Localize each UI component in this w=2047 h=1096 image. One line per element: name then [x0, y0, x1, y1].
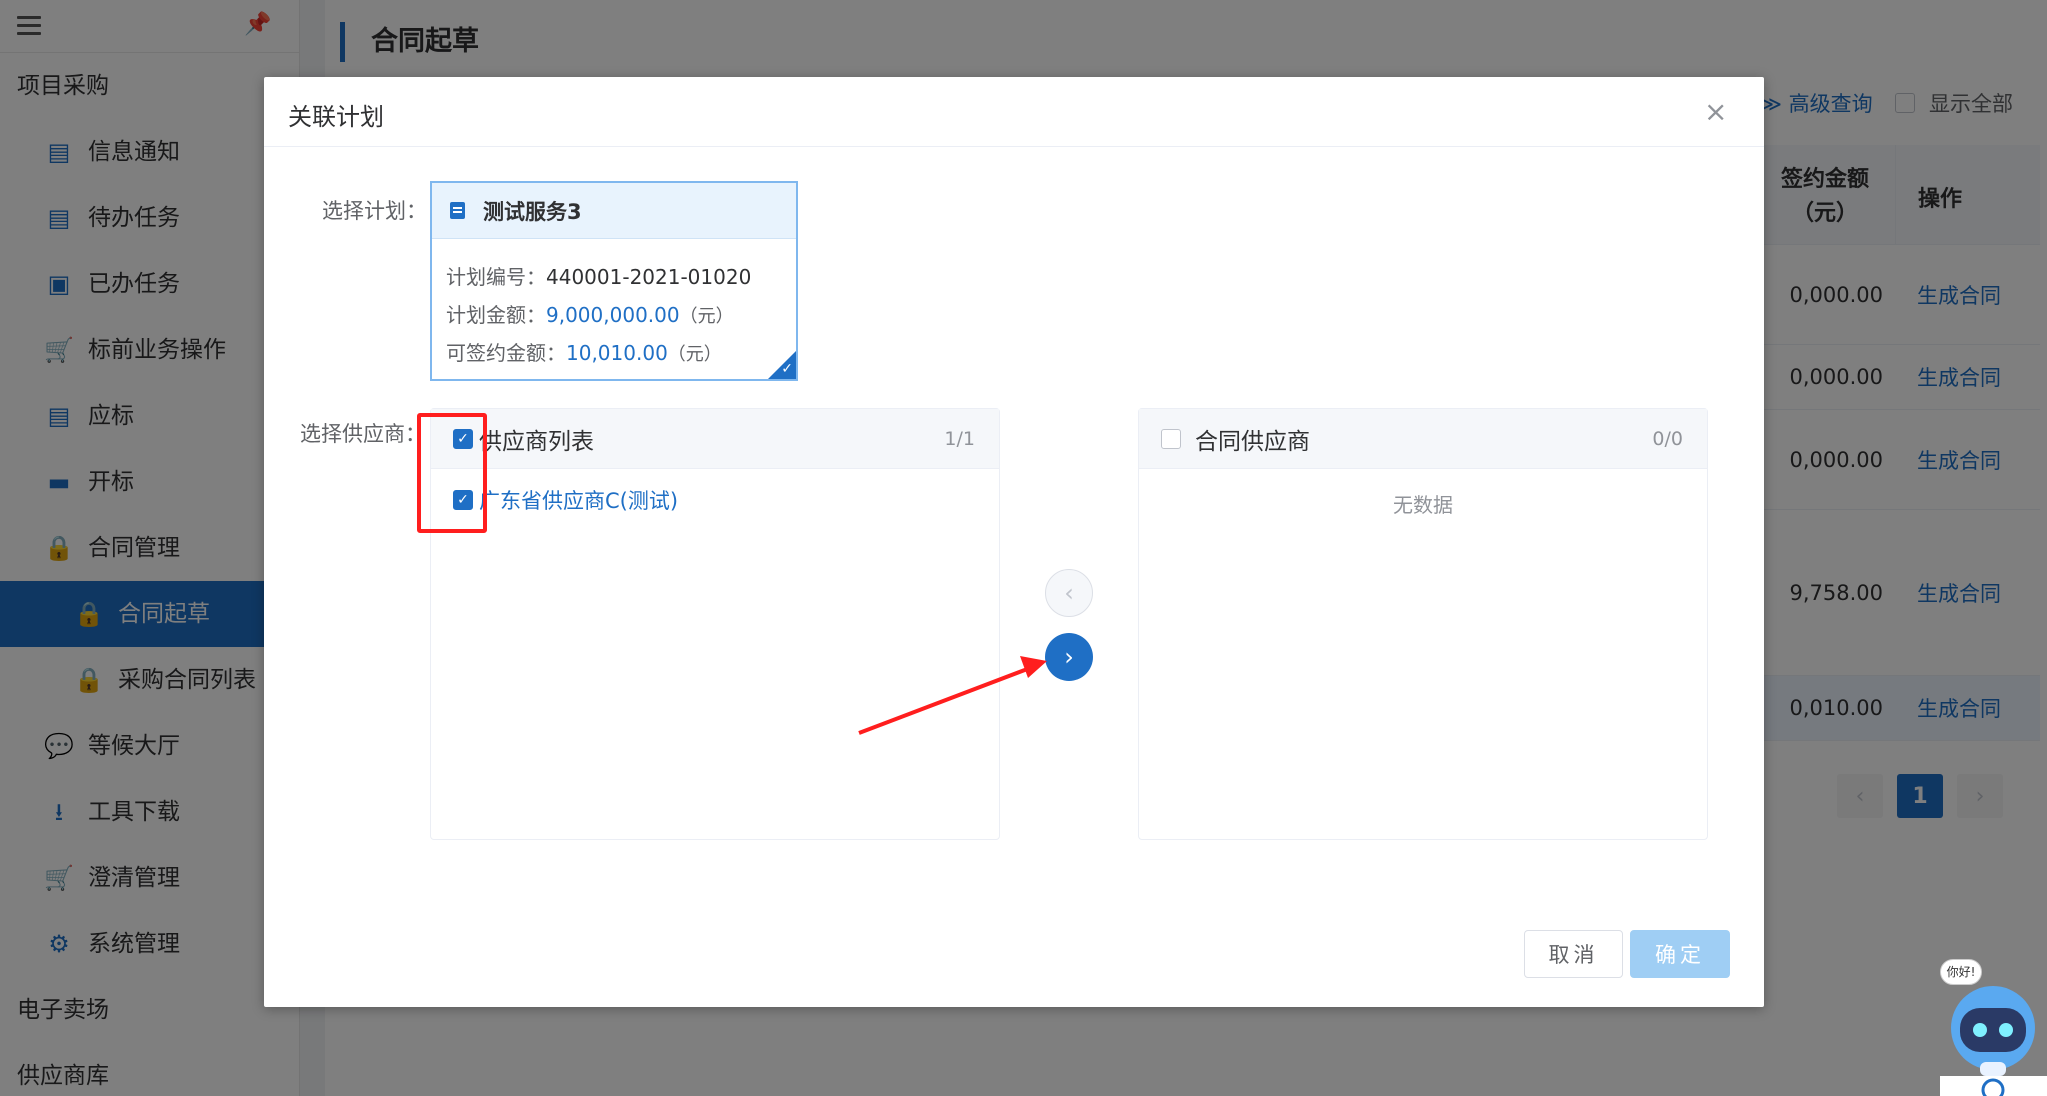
assistant-greeting-bubble: 你好! — [1940, 959, 1982, 985]
plan-signable-label: 可签约金额： — [446, 341, 566, 365]
plan-card[interactable]: 测试服务3 计划编号：440001-2021-01020 计划金额：9,000,… — [430, 181, 798, 381]
plan-signable-unit: （元） — [667, 344, 722, 365]
plan-amount-label: 计划金额： — [446, 303, 546, 327]
supplier-list-title: 供应商列表 — [479, 428, 594, 455]
contract-supplier-panel: 合同供应商 0/0 无数据 — [1138, 408, 1708, 840]
plan-card-header: 测试服务3 — [432, 183, 796, 239]
contract-supplier-count: 0/0 — [1652, 427, 1683, 450]
plan-amount-value: 9,000,000.00 — [546, 303, 680, 327]
dialog-header: 关联计划 × — [264, 77, 1764, 147]
plan-amount-unit: （元） — [679, 306, 734, 327]
check-icon: ✓ — [781, 361, 793, 377]
contract-supplier-header: 合同供应商 0/0 — [1139, 409, 1707, 469]
contract-supplier-title: 合同供应商 — [1195, 428, 1310, 455]
supplier-name: 广东省供应商C(测试) — [479, 489, 679, 513]
supplier-list-panel: ✓ 供应商列表 1/1 ✓ 广东省供应商C(测试) — [430, 408, 1000, 840]
supplier-list-header: ✓ 供应商列表 1/1 — [431, 409, 999, 469]
close-icon[interactable]: × — [1704, 95, 1727, 128]
document-icon — [450, 202, 465, 219]
link-plan-dialog: 关联计划 × 选择计划： 测试服务3 计划编号：440001-2021-0102… — [264, 77, 1764, 1007]
cancel-button[interactable]: 取消 — [1524, 930, 1623, 978]
plan-signable-row: 可签约金额：10,010.00（元） — [446, 337, 722, 366]
plan-code-label: 计划编号： — [446, 265, 546, 289]
plan-code-row: 计划编号：440001-2021-01020 — [446, 261, 751, 290]
move-right-button[interactable]: › — [1045, 633, 1093, 681]
move-left-button[interactable]: ‹ — [1045, 569, 1093, 617]
dialog-title: 关联计划 — [288, 103, 384, 131]
select-plan-label: 选择计划： — [322, 199, 427, 223]
plan-signable-value: 10,010.00 — [566, 341, 668, 365]
plan-amount-row: 计划金额：9,000,000.00（元） — [446, 299, 734, 328]
select-all-checkbox[interactable] — [1161, 428, 1181, 449]
supplier-list-count: 1/1 — [944, 427, 975, 450]
annotation-highlight-box — [417, 413, 487, 533]
confirm-button[interactable]: 确定 — [1630, 930, 1730, 978]
plan-code-value: 440001-2021-01020 — [546, 265, 752, 289]
plan-name: 测试服务3 — [483, 199, 582, 224]
empty-state: 无数据 — [1393, 493, 1453, 517]
select-supplier-label: 选择供应商： — [300, 422, 426, 446]
